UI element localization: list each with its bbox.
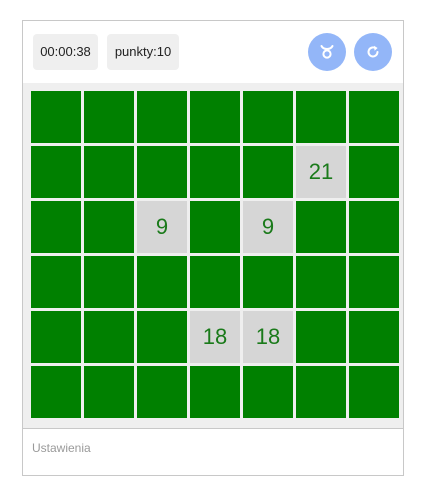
restart-icon [365, 44, 381, 60]
hidden-cell[interactable] [243, 146, 293, 198]
taurus-icon [319, 44, 335, 60]
hidden-cell[interactable] [296, 201, 346, 253]
hidden-cell[interactable] [243, 366, 293, 418]
hidden-cell[interactable] [349, 91, 399, 143]
hidden-cell[interactable] [31, 146, 81, 198]
hidden-cell[interactable] [31, 201, 81, 253]
hidden-cell[interactable] [84, 366, 134, 418]
hidden-cell[interactable] [349, 256, 399, 308]
hidden-cell[interactable] [84, 146, 134, 198]
hidden-cell[interactable] [349, 311, 399, 363]
hidden-cell[interactable] [84, 256, 134, 308]
hidden-cell[interactable] [84, 311, 134, 363]
hidden-cell[interactable] [296, 91, 346, 143]
hidden-cell[interactable] [296, 366, 346, 418]
hidden-cell[interactable] [31, 256, 81, 308]
hidden-cell[interactable] [84, 91, 134, 143]
revealed-cell[interactable]: 18 [243, 311, 293, 363]
hidden-cell[interactable] [137, 366, 187, 418]
hidden-cell[interactable] [349, 366, 399, 418]
hidden-cell[interactable] [31, 311, 81, 363]
game-window: 00:00:38 punkty:10 21 9 9 18 18 Ustawienia [22, 20, 404, 476]
taurus-button[interactable] [308, 33, 346, 71]
revealed-cell[interactable]: 9 [137, 201, 187, 253]
revealed-cell[interactable]: 18 [190, 311, 240, 363]
settings-link[interactable]: Ustawienia [32, 441, 91, 455]
hidden-cell[interactable] [243, 256, 293, 308]
hidden-cell[interactable] [190, 366, 240, 418]
revealed-cell[interactable]: 9 [243, 201, 293, 253]
hidden-cell[interactable] [84, 201, 134, 253]
hidden-cell[interactable] [190, 256, 240, 308]
top-bar: 00:00:38 punkty:10 [23, 21, 403, 84]
hidden-cell[interactable] [190, 201, 240, 253]
hidden-cell[interactable] [190, 146, 240, 198]
board-area: 21 9 9 18 18 [23, 83, 403, 429]
hidden-cell[interactable] [349, 146, 399, 198]
score-display: punkty:10 [107, 34, 179, 70]
hidden-cell[interactable] [137, 146, 187, 198]
hidden-cell[interactable] [296, 256, 346, 308]
revealed-cell[interactable]: 21 [296, 146, 346, 198]
restart-button[interactable] [354, 33, 392, 71]
game-board: 21 9 9 18 18 [31, 91, 399, 418]
hidden-cell[interactable] [137, 311, 187, 363]
hidden-cell[interactable] [137, 91, 187, 143]
hidden-cell[interactable] [31, 91, 81, 143]
hidden-cell[interactable] [31, 366, 81, 418]
hidden-cell[interactable] [296, 311, 346, 363]
hidden-cell[interactable] [349, 201, 399, 253]
hidden-cell[interactable] [190, 91, 240, 143]
hidden-cell[interactable] [243, 91, 293, 143]
timer-display: 00:00:38 [33, 34, 98, 70]
hidden-cell[interactable] [137, 256, 187, 308]
